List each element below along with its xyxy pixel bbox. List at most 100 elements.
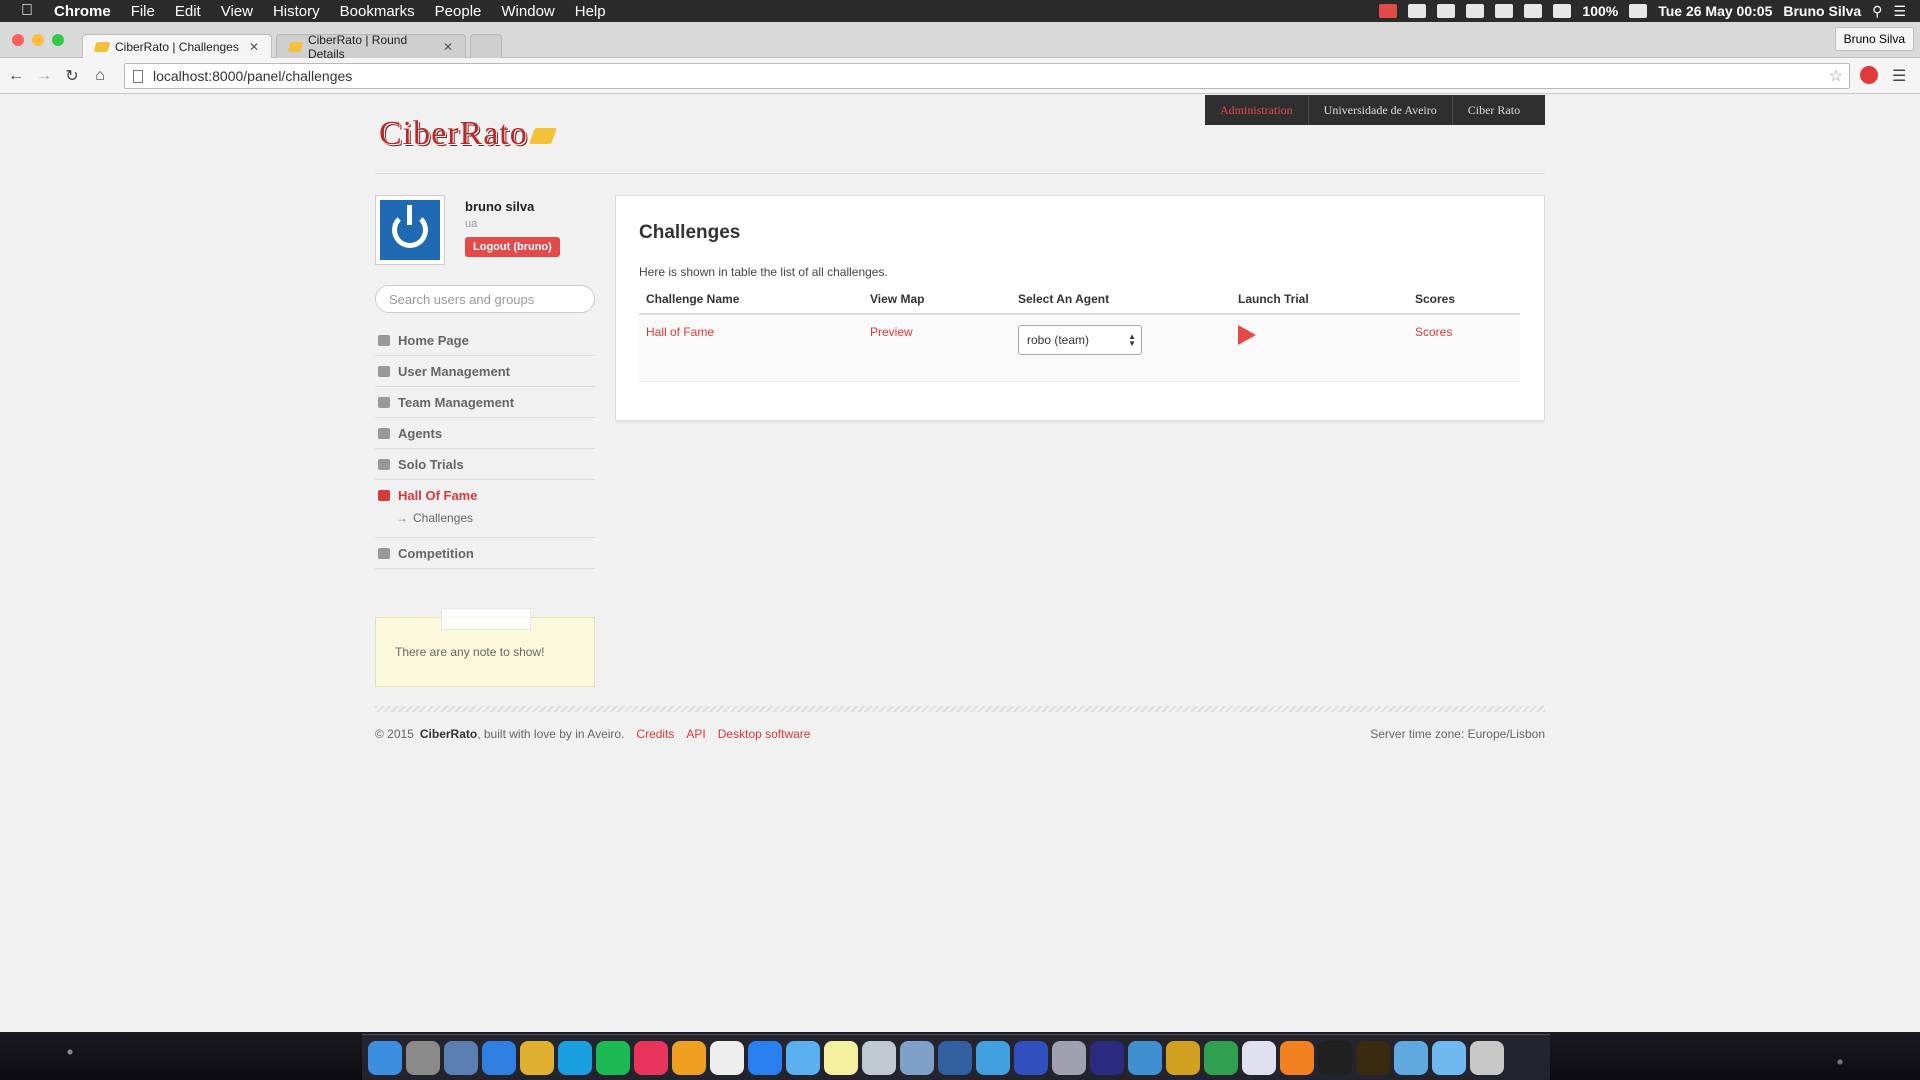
table-row: Hall of Fame Preview robo (team) ▲ ▼ Scor…: [639, 315, 1520, 382]
new-tab-button[interactable]: [470, 34, 502, 58]
address-bar[interactable]: localhost:8000/panel/challenges ☆: [124, 63, 1850, 89]
system-preferences-icon[interactable]: [406, 1040, 440, 1075]
battery-percent[interactable]: 100%: [1582, 3, 1618, 19]
bookmark-star-icon[interactable]: ☆: [1829, 66, 1843, 86]
menu-help[interactable]: Help: [565, 3, 616, 20]
lock-icon: [378, 458, 390, 470]
sidebar-item-hall-of-fame[interactable]: Hall Of Fame: [375, 480, 595, 511]
eclipse-icon[interactable]: [1014, 1040, 1048, 1075]
sidebar-item-home-page[interactable]: Home Page: [375, 325, 595, 356]
code-editor-icon[interactable]: [1242, 1040, 1276, 1075]
volume-icon[interactable]: [1495, 4, 1514, 18]
battery-icon[interactable]: [1629, 4, 1648, 18]
topnav-ciber-rato[interactable]: Ciber Rato: [1453, 95, 1535, 125]
sidebar-item-solo-trials[interactable]: Solo Trials: [375, 449, 595, 480]
dropbox-icon[interactable]: [1408, 4, 1427, 18]
sidebar-item-agents[interactable]: Agents: [375, 418, 595, 449]
menu-history[interactable]: History: [263, 3, 330, 20]
skype-icon[interactable]: [558, 1040, 592, 1075]
calendar-icon[interactable]: [710, 1040, 744, 1075]
documents-folder-icon[interactable]: [1432, 1040, 1466, 1075]
footer-link-credits[interactable]: Credits: [636, 727, 674, 741]
url-text[interactable]: localhost:8000/panel/challenges: [153, 68, 352, 84]
select-caret-icon: ▲ ▼: [1128, 332, 1136, 348]
footer-link-api[interactable]: API: [686, 727, 705, 741]
topnav-administration[interactable]: Administration: [1205, 95, 1309, 125]
trash-icon[interactable]: [1470, 1040, 1504, 1075]
column-select-agent: Select An Agent: [1018, 292, 1110, 306]
tab-close-icon[interactable]: ✕: [443, 40, 453, 54]
music-icon[interactable]: [634, 1040, 668, 1075]
back-arrow-icon[interactable]: ←: [4, 67, 28, 85]
messages-icon[interactable]: [786, 1040, 820, 1075]
menubar-user[interactable]: Bruno Silva: [1783, 3, 1861, 19]
logout-button[interactable]: Logout (bruno): [465, 237, 560, 257]
window-close-icon[interactable]: [12, 34, 24, 46]
spotlight-search-icon[interactable]: ⚲: [1872, 3, 1882, 20]
photos-icon[interactable]: [672, 1040, 706, 1075]
site-logo[interactable]: CiberRato: [379, 115, 557, 153]
footer-link-desktop-software[interactable]: Desktop software: [718, 727, 811, 741]
screen-record-icon[interactable]: [1379, 4, 1398, 18]
tab-challenges[interactable]: CiberRato | Challenges ✕: [82, 34, 272, 58]
apple-icon[interactable]: : [0, 2, 54, 20]
time-machine-icon[interactable]: [1553, 4, 1572, 18]
menu-app-name[interactable]: Chrome: [54, 3, 121, 20]
window-zoom-icon[interactable]: [52, 34, 64, 46]
launch-trial-cell: [1238, 325, 1256, 345]
wifi-icon[interactable]: [1524, 4, 1543, 18]
menu-window[interactable]: Window: [491, 3, 564, 20]
xcode-icon[interactable]: [900, 1040, 934, 1075]
scores-link[interactable]: Scores: [1415, 325, 1452, 339]
menubar-clock[interactable]: Tue 26 May 00:05: [1658, 3, 1772, 19]
notification-center-icon[interactable]: ☰: [1893, 3, 1906, 20]
forward-arrow-icon[interactable]: →: [32, 67, 56, 85]
applications-folder-icon[interactable]: [1394, 1040, 1428, 1075]
messenger-icon[interactable]: [748, 1040, 782, 1075]
menu-bookmarks[interactable]: Bookmarks: [330, 3, 425, 20]
database-icon[interactable]: [1052, 1040, 1086, 1075]
extension-icon[interactable]: [1860, 66, 1878, 84]
tab-close-icon[interactable]: ✕: [249, 40, 259, 54]
notes-icon[interactable]: [824, 1040, 858, 1075]
pycharm-icon[interactable]: [1166, 1040, 1200, 1075]
menu-people[interactable]: People: [425, 3, 492, 20]
play-icon[interactable]: [1238, 325, 1256, 345]
sidebar-item-label: Team Management: [398, 394, 515, 410]
spotify-icon[interactable]: [596, 1040, 630, 1075]
profile-button[interactable]: Bruno Silva: [1834, 27, 1914, 51]
reload-icon[interactable]: ↻: [60, 66, 84, 86]
menu-edit[interactable]: Edit: [165, 3, 211, 20]
sidebar-item-competition[interactable]: Competition: [375, 538, 595, 569]
preview-icon[interactable]: [862, 1040, 896, 1075]
avatar[interactable]: [375, 195, 445, 265]
android-studio-icon[interactable]: [976, 1040, 1010, 1075]
tab-round-details[interactable]: CiberRato | Round Details ✕: [276, 33, 466, 61]
preview-link[interactable]: Preview: [870, 325, 913, 339]
eclipse-ide-icon[interactable]: [1090, 1040, 1124, 1075]
app-store-icon[interactable]: [444, 1040, 478, 1075]
terminal-icon[interactable]: [1318, 1040, 1352, 1075]
menu-view[interactable]: View: [211, 3, 263, 20]
home-icon[interactable]: ⌂: [88, 67, 112, 85]
sidebar-subitem-challenges[interactable]: → Challenges: [375, 511, 595, 538]
chrome-menu-icon[interactable]: ☰: [1892, 66, 1906, 86]
agent-select[interactable]: robo (team) ▲ ▼: [1018, 325, 1142, 355]
sidebar-item-team-management[interactable]: Team Management: [375, 387, 595, 418]
drafts-icon[interactable]: [1128, 1040, 1162, 1075]
safari-icon[interactable]: [482, 1040, 516, 1075]
bluetooth-icon[interactable]: [1466, 4, 1485, 18]
virtualbox-icon[interactable]: [938, 1040, 972, 1075]
git-icon[interactable]: [1204, 1040, 1238, 1075]
menu-file[interactable]: File: [121, 3, 165, 20]
challenge-name-link[interactable]: Hall of Fame: [646, 325, 714, 339]
chrome-icon[interactable]: [520, 1040, 554, 1075]
window-minimize-icon[interactable]: [32, 34, 44, 46]
airplay-icon[interactable]: [1437, 4, 1456, 18]
bridge-icon[interactable]: [1356, 1040, 1390, 1075]
finder-icon[interactable]: [368, 1040, 402, 1075]
search-input[interactable]: Search users and groups: [375, 285, 595, 313]
sublime-text-icon[interactable]: [1280, 1040, 1314, 1075]
sidebar-item-user-management[interactable]: User Management: [375, 356, 595, 387]
topnav-universidade[interactable]: Universidade de Aveiro: [1309, 95, 1453, 125]
